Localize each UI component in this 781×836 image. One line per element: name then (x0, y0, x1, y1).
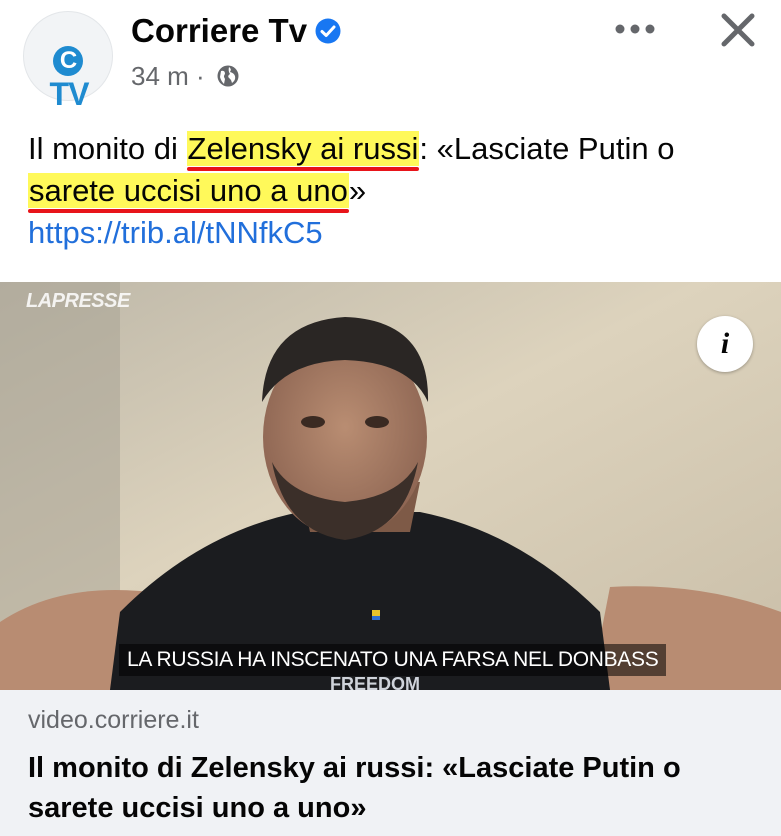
post-text-part: : «Lasciate Putin o (419, 131, 675, 166)
post-header: CTV Corriere Tv 34 m · (0, 0, 781, 112)
logo-letter: C (53, 45, 83, 76)
post-time[interactable]: 34 m (131, 61, 189, 91)
verified-badge-icon (315, 18, 341, 44)
highlighted-text: Zelensky ai russi (186, 131, 420, 166)
page-avatar[interactable]: CTV (23, 11, 113, 112)
globe-icon (217, 65, 239, 87)
shirt-text: FREEDOM (330, 674, 420, 690)
post-meta: 34 m · (131, 60, 240, 92)
close-icon[interactable] (716, 8, 760, 52)
preview-domain: video.corriere.it (28, 706, 199, 734)
corriere-tv-logo: CTV (34, 40, 104, 112)
highlighted-text: sarete uccisi uno a uno (28, 173, 349, 208)
info-button[interactable]: i (697, 316, 753, 372)
post-text-part: Il monito di (28, 131, 187, 166)
link-preview[interactable]: video.corriere.it Il monito di Zelensky … (0, 690, 781, 836)
page-name[interactable]: Corriere Tv (131, 12, 307, 50)
video-subtitle: LA RUSSIA HA INSCENATO UNA FARSA NEL DON… (119, 644, 667, 676)
more-options-icon[interactable] (612, 16, 658, 42)
video-thumbnail[interactable]: FREEDOM LAPRESSE (0, 282, 781, 690)
post-text-part: » (348, 173, 367, 208)
video-frame-illustration: FREEDOM (0, 282, 781, 690)
meta-separator: · (196, 61, 205, 91)
preview-title: Il monito di Zelensky ai russi: «Lasciat… (28, 752, 681, 824)
lapresse-watermark: LAPRESSE (26, 290, 130, 312)
logo-text: TV (49, 76, 90, 112)
post-message: Il monito di Zelensky ai russi: «Lasciat… (28, 128, 768, 254)
post-link[interactable]: https://trib.al/tNNfkC5 (28, 212, 768, 254)
